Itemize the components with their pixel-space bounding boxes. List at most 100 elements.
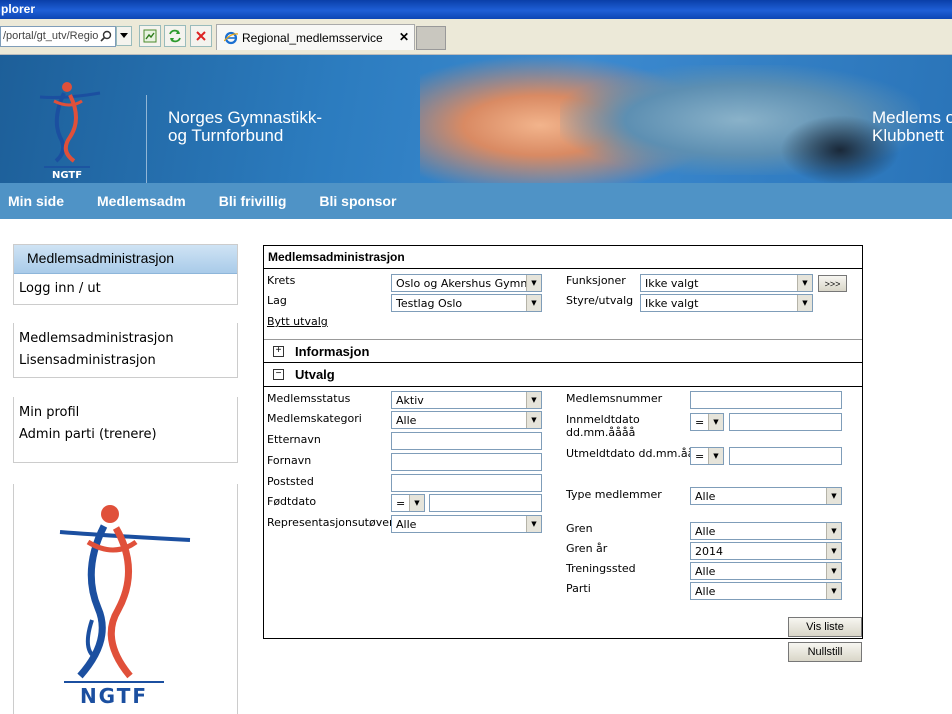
fodtdato-label: Fødtdato: [267, 495, 317, 508]
gren-select[interactable]: Alle ▼: [690, 522, 842, 540]
chevron-down-icon: ▼: [526, 516, 541, 532]
ie-page-icon: [223, 31, 239, 48]
chevron-down-icon: ▼: [826, 563, 841, 579]
utmeldt-label: Utmeldtdato dd.mm.åååå: [566, 447, 708, 460]
medlemskategori-select[interactable]: Alle ▼: [391, 411, 542, 429]
organization-name: Norges Gymnastikk- og Turnforbund: [168, 108, 322, 145]
nav-bli-frivillig[interactable]: Bli frivillig: [219, 193, 287, 209]
parti-select[interactable]: Alle ▼: [690, 582, 842, 600]
more-functions-button[interactable]: >>>: [818, 275, 847, 292]
gren-label: Gren: [566, 522, 593, 535]
fornavn-input[interactable]: [391, 453, 542, 471]
nav-bli-sponsor[interactable]: Bli sponsor: [319, 193, 396, 209]
parti-label: Parti: [566, 582, 591, 595]
sidebar-item-min-profil[interactable]: Min profil: [14, 402, 237, 424]
panel-title: Medlemsadministrasjon: [264, 246, 862, 269]
poststed-input[interactable]: [391, 474, 542, 492]
etternavn-input[interactable]: [391, 432, 542, 450]
member-admin-panel: Medlemsadministrasjon Krets Oslo og Aker…: [263, 245, 863, 639]
etternavn-label: Etternavn: [267, 433, 321, 446]
chevron-down-icon: ▼: [826, 543, 841, 559]
tab-close-icon[interactable]: ✕: [399, 30, 409, 44]
browser-tab[interactable]: Regional_medlemsservice ✕: [216, 24, 415, 50]
browser-toolbar: /portal/gt_utv/Regio Regional_medlemsser…: [0, 19, 952, 55]
nav-min-side[interactable]: Min side: [8, 193, 64, 209]
stop-icon[interactable]: [190, 25, 212, 47]
nav-medlemsadm[interactable]: Medlemsadm: [97, 193, 186, 209]
compatibility-view-icon[interactable]: [139, 25, 161, 47]
ngtf-logo: NGTF: [52, 500, 192, 708]
section-informasjon[interactable]: + Informasjon: [264, 339, 862, 363]
sidebar-login-box: Medlemsadministrasjon Logg inn / ut: [13, 244, 238, 305]
type-medlemmer-label: Type medlemmer: [566, 488, 662, 501]
bytt-utvalg-link[interactable]: Bytt utvalg: [267, 315, 328, 328]
lag-select[interactable]: Testlag Oslo ▼: [391, 294, 542, 312]
utmeldt-operator-select[interactable]: = ▼: [690, 447, 724, 465]
chevron-down-icon: ▼: [526, 295, 541, 311]
treningssted-label: Treningssted: [566, 562, 636, 575]
expand-icon[interactable]: +: [273, 346, 284, 357]
address-dropdown-icon[interactable]: [116, 26, 132, 46]
window-title-bar: plorer: [0, 0, 952, 19]
main-navigation: Min side Medlemsadm Bli frivillig Bli sp…: [0, 183, 952, 219]
funksjoner-select[interactable]: Ikke valgt ▼: [640, 274, 813, 292]
fornavn-label: Fornavn: [267, 454, 312, 467]
utmeldt-input[interactable]: [729, 447, 842, 465]
fodtdato-operator-select[interactable]: = ▼: [391, 494, 425, 512]
chevron-down-icon: ▼: [797, 275, 812, 291]
refresh-icon[interactable]: [164, 25, 186, 47]
chevron-down-icon: ▼: [526, 412, 541, 428]
banner-service-title: Medlems o Klubbnett: [872, 108, 952, 145]
new-tab-button[interactable]: [416, 26, 446, 50]
medlemsstatus-select[interactable]: Aktiv ▼: [391, 391, 542, 409]
search-icon[interactable]: [98, 27, 114, 45]
medlemskategori-label: Medlemskategori: [267, 412, 362, 425]
section-utvalg[interactable]: − Utvalg: [264, 363, 862, 387]
chevron-down-icon: ▼: [826, 488, 841, 504]
vis-liste-button[interactable]: Vis liste: [788, 617, 862, 637]
sidebar-admin-box: Medlemsadministrasjon Lisensadministrasj…: [13, 323, 238, 378]
chevron-down-icon: ▼: [826, 583, 841, 599]
logo-text: NGTF: [80, 684, 148, 705]
funksjoner-label: Funksjoner: [566, 274, 626, 287]
sidebar-item-medlemsadministrasjon[interactable]: Medlemsadministrasjon: [14, 328, 237, 350]
nullstill-button[interactable]: Nullstill: [788, 642, 862, 662]
tab-title: Regional_medlemsservice: [242, 31, 383, 45]
representasjon-label: Representasjonsutøver: [267, 516, 394, 529]
sidebar-profile-box: Min profil Admin parti (trenere): [13, 397, 238, 463]
lag-label: Lag: [267, 294, 287, 307]
treningssted-select[interactable]: Alle ▼: [690, 562, 842, 580]
sidebar-header: Medlemsadministrasjon: [14, 245, 237, 274]
krets-label: Krets: [267, 274, 296, 287]
login-link[interactable]: Logg inn / ut: [14, 274, 237, 300]
krets-select[interactable]: Oslo og Akershus Gymn- og ▼: [391, 274, 542, 292]
sidebar-item-admin-parti[interactable]: Admin parti (trenere): [14, 424, 237, 446]
fodtdato-input[interactable]: [429, 494, 542, 512]
chevron-down-icon: ▼: [708, 414, 723, 430]
banner-logo-text: NGTF: [52, 170, 82, 179]
gren-ar-select[interactable]: 2014 ▼: [690, 542, 842, 560]
collapse-icon[interactable]: −: [273, 369, 284, 380]
window-title: plorer: [1, 2, 36, 16]
representasjon-select[interactable]: Alle ▼: [391, 515, 542, 533]
chevron-down-icon: ▼: [708, 448, 723, 464]
sidebar-logo-box: NGTF: [13, 484, 238, 714]
medlemsnummer-label: Medlemsnummer: [566, 392, 663, 405]
medlemsstatus-label: Medlemsstatus: [267, 392, 351, 405]
chevron-down-icon: ▼: [526, 392, 541, 408]
site-banner: NGTF Norges Gymnastikk- og Turnforbund M…: [0, 55, 952, 183]
innmeldt-label: Innmeldtdato dd.mm.åååå: [566, 413, 640, 439]
styre-select[interactable]: Ikke valgt ▼: [640, 294, 813, 312]
ngtf-banner-logo[interactable]: NGTF: [34, 79, 104, 182]
sidebar-item-lisensadministrasjon[interactable]: Lisensadministrasjon: [14, 350, 237, 372]
innmeldt-operator-select[interactable]: = ▼: [690, 413, 724, 431]
chevron-down-icon: ▼: [826, 523, 841, 539]
poststed-label: Poststed: [267, 475, 314, 488]
innmeldt-input[interactable]: [729, 413, 842, 431]
styre-label: Styre/utvalg: [566, 294, 634, 307]
medlemsnummer-input[interactable]: [690, 391, 842, 409]
chevron-down-icon: ▼: [797, 295, 812, 311]
chevron-down-icon: ▼: [526, 275, 541, 291]
type-medlemmer-select[interactable]: Alle ▼: [690, 487, 842, 505]
chevron-down-icon: ▼: [409, 495, 424, 511]
